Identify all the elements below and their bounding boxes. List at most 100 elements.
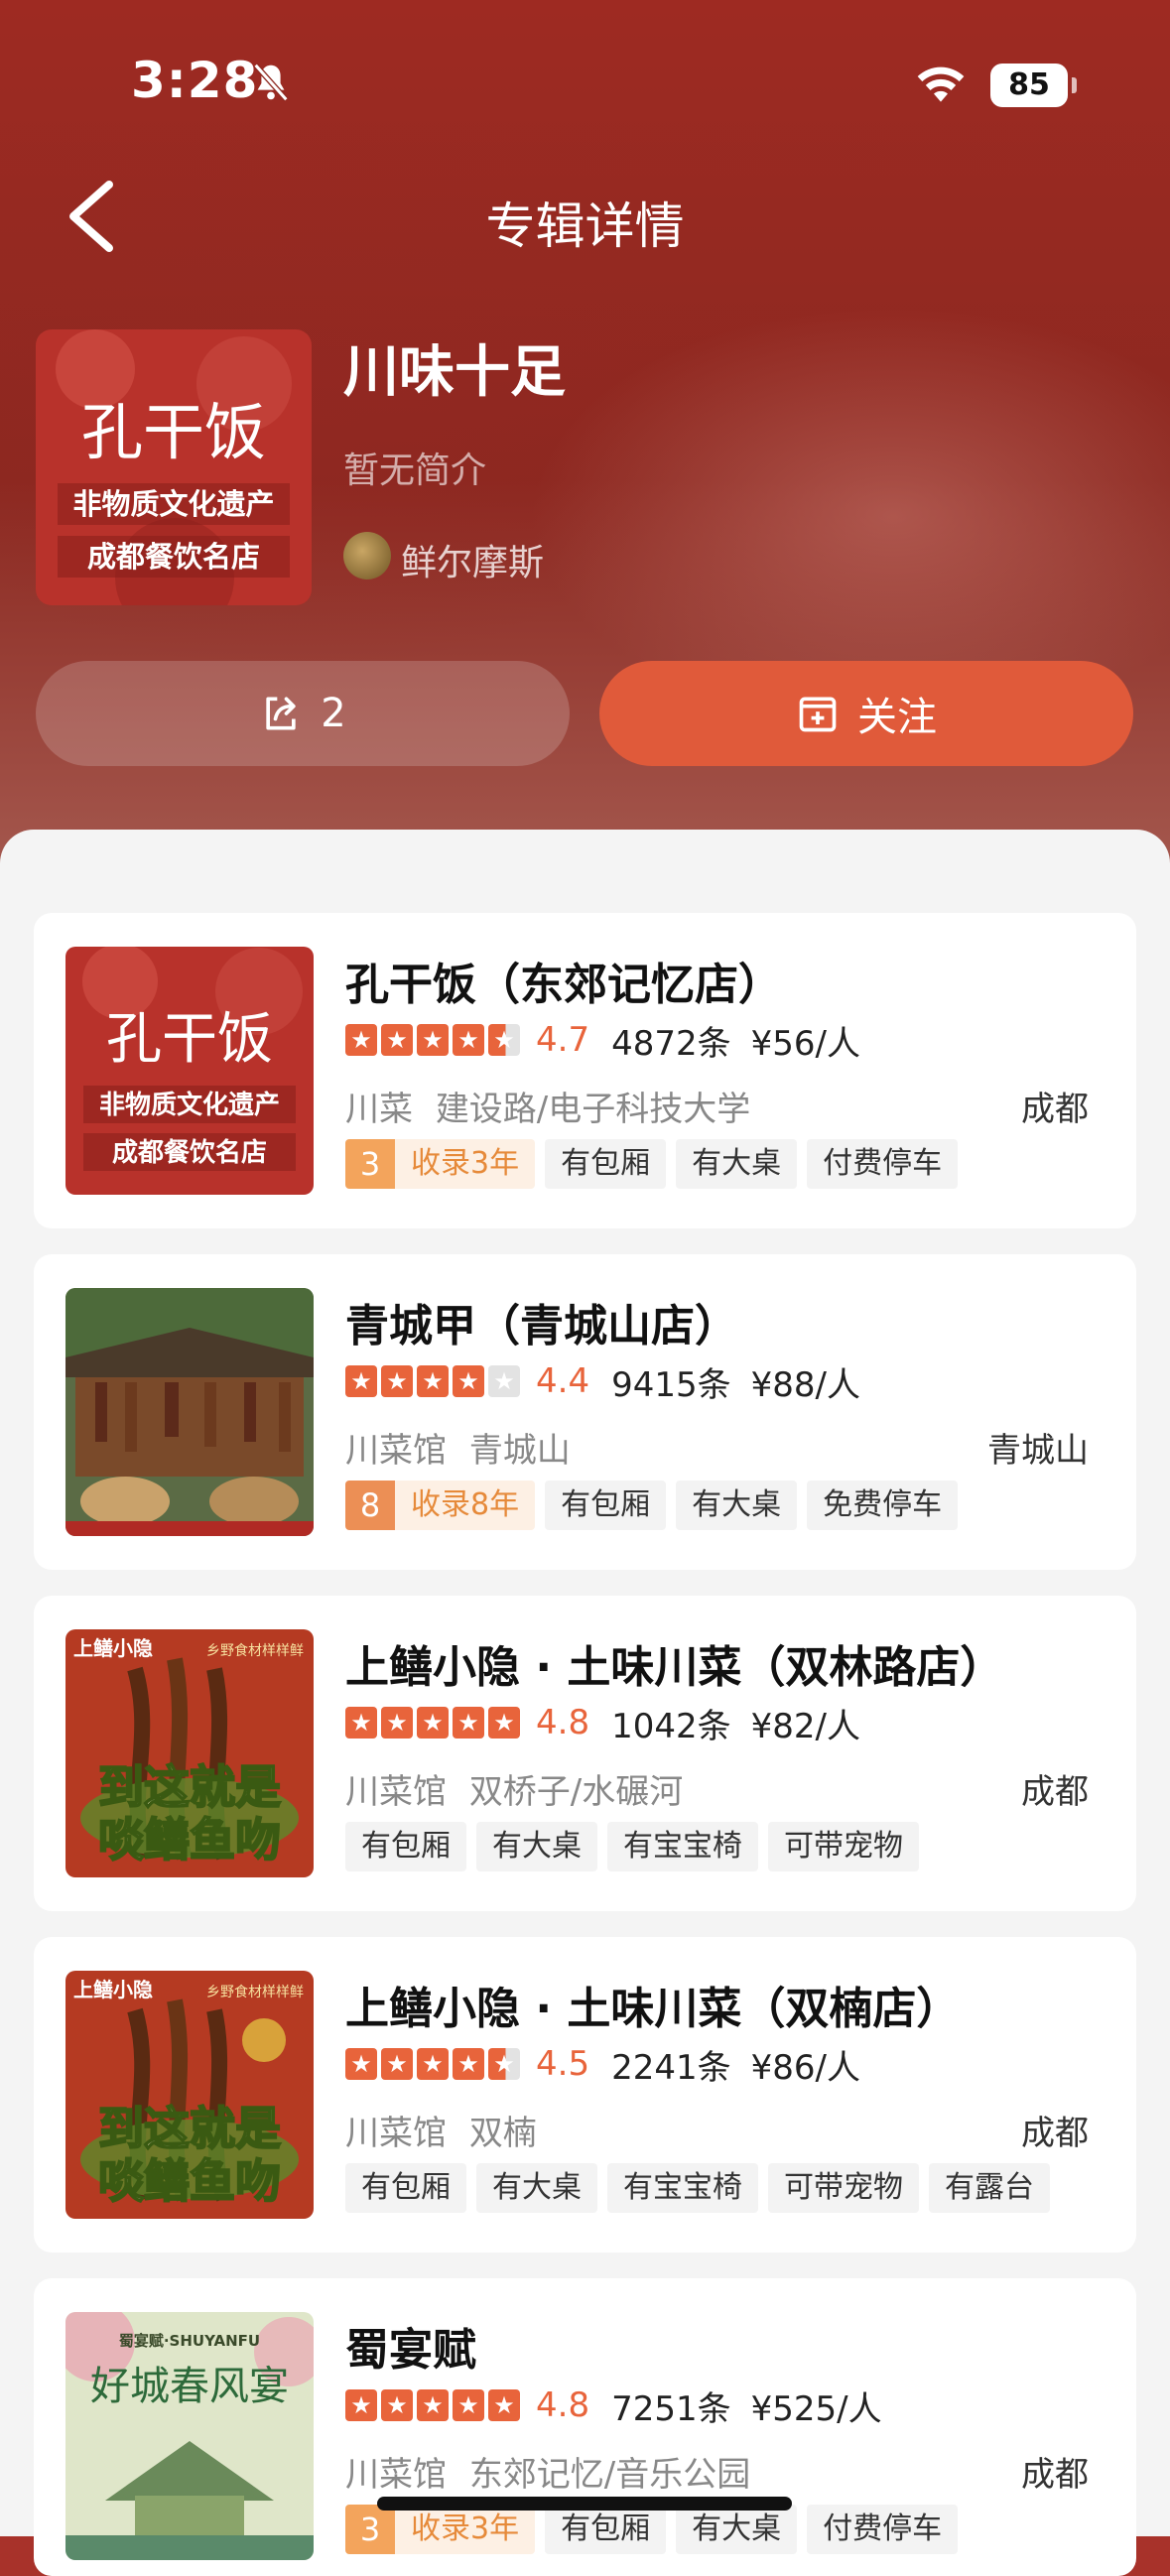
thumb-slogan: 乡野食材样样鲜 bbox=[206, 1642, 304, 1659]
avg-price: ¥56/人 bbox=[750, 1023, 860, 1064]
badge-label: 收录3年 bbox=[395, 1139, 536, 1189]
star-rating: ★ ★ ★ ★ ★ bbox=[345, 1707, 524, 1739]
star-icon: ★ bbox=[381, 2389, 413, 2421]
thumb-headline-1: 到这就是 bbox=[98, 1760, 281, 1814]
tag: 有大桌 bbox=[476, 1822, 597, 1871]
tag: 有露台 bbox=[929, 2163, 1050, 2213]
rating-score: 4.8 bbox=[536, 1703, 590, 1742]
star-rating: ★ ★ ★ ★ ★ bbox=[345, 1365, 524, 1397]
tag: 有宝宝椅 bbox=[607, 2163, 758, 2213]
star-icon: ★ bbox=[345, 1365, 377, 1397]
tag: 有包厢 bbox=[345, 1822, 466, 1871]
restaurant-name: 上鳝小隐 · 土味川菜（双林路店） bbox=[345, 1642, 1004, 1693]
silent-bell-icon bbox=[253, 63, 289, 102]
rating-row: ★ ★ ★ ★ ★ 4.8 1042条 ¥82/人 bbox=[345, 1703, 880, 1746]
thumb-headline-2: 啖鳝鱼吻 bbox=[98, 2154, 281, 2208]
star-icon: ★ bbox=[345, 2048, 377, 2080]
star-icon: ★ bbox=[345, 2389, 377, 2421]
star-icon: ★ bbox=[417, 2048, 449, 2080]
tag: 有包厢 bbox=[545, 1139, 667, 1189]
restaurant-thumbnail: 上鳝小隐 乡野食材样样鲜 到这就是 啖鳝鱼吻 bbox=[65, 1629, 314, 1877]
add-folder-icon bbox=[799, 697, 837, 732]
star-icon: ★ bbox=[381, 1707, 413, 1739]
rating-row: ★ ★ ★ ★ ★ 4.4 9415条 ¥88/人 bbox=[345, 1361, 880, 1405]
review-count: 7251条 bbox=[611, 2388, 731, 2429]
tag: 有大桌 bbox=[676, 1139, 798, 1189]
city: 青城山 bbox=[987, 1431, 1089, 1471]
restaurant-card[interactable]: 上鳝小隐 乡野食材样样鲜 到这就是 啖鳝鱼吻 上鳝小隐 · 土味川菜（双林路店）… bbox=[34, 1596, 1136, 1911]
badge-number: 8 bbox=[345, 1481, 395, 1530]
restaurant-name: 上鳝小隐 · 土味川菜（双楠店） bbox=[345, 1984, 961, 2034]
follow-button[interactable]: 关注 bbox=[599, 661, 1133, 766]
badge-label: 收录3年 bbox=[395, 2505, 536, 2554]
status-bar: 3:28 85 bbox=[0, 0, 1170, 169]
category-area: 川菜馆 双桥子/水碾河 bbox=[345, 1764, 683, 1813]
restaurant-card[interactable]: 蜀宴赋·SHUYANFU 好城春风宴 蜀宴赋 ★ ★ ★ ★ ★ 4.8 725… bbox=[34, 2278, 1136, 2576]
tag-row: 8 收录8年 有包厢 有大桌 免费停车 bbox=[345, 1481, 968, 1530]
star-icon: ★ bbox=[381, 2048, 413, 2080]
area: 双楠 bbox=[468, 2114, 537, 2153]
tag-row: 有包厢 有大桌 有宝宝椅 可带宠物 bbox=[345, 1822, 929, 1871]
star-icon: ★ bbox=[417, 1365, 449, 1397]
album-description: 暂无简介 bbox=[343, 451, 487, 491]
battery-indicator: 85 bbox=[990, 64, 1068, 107]
rating-score: 4.5 bbox=[536, 2044, 590, 2084]
review-count: 9415条 bbox=[611, 1364, 731, 1405]
tag: 有宝宝椅 bbox=[607, 1822, 758, 1871]
thumb-headline-1: 到这就是 bbox=[98, 2102, 281, 2155]
star-icon: ★ bbox=[453, 1024, 484, 1056]
home-indicator[interactable] bbox=[377, 2497, 792, 2511]
avg-price: ¥88/人 bbox=[750, 1364, 860, 1405]
album-cover-image: 孔干饭 非物质文化遗产 成都餐饮名店 bbox=[36, 329, 312, 605]
share-icon bbox=[266, 697, 296, 730]
tag: 有大桌 bbox=[676, 1481, 798, 1530]
star-icon: ★ bbox=[381, 1365, 413, 1397]
star-icon: ★ bbox=[488, 1707, 520, 1739]
star-icon: ★ bbox=[453, 2048, 484, 2080]
star-rating: ★ ★ ★ ★ ★ bbox=[345, 2389, 524, 2421]
star-rating: ★ ★ ★ ★ ★ bbox=[345, 2048, 524, 2080]
thumb-slogan: 乡野食材样样鲜 bbox=[206, 1984, 304, 2000]
share-button[interactable]: 2 bbox=[36, 661, 570, 766]
badge-label: 收录8年 bbox=[395, 1481, 536, 1530]
follow-label: 关注 bbox=[857, 695, 937, 740]
city: 成都 bbox=[1021, 2114, 1089, 2153]
author-avatar[interactable] bbox=[343, 532, 391, 580]
star-half-icon: ★ bbox=[488, 2048, 520, 2080]
star-icon: ★ bbox=[453, 1365, 484, 1397]
restaurant-thumbnail: 孔干饭 非物质文化遗产 成都餐饮名店 bbox=[65, 947, 314, 1195]
area: 建设路/电子科技大学 bbox=[435, 1090, 751, 1129]
tag: 有包厢 bbox=[345, 2163, 466, 2213]
tag: 可带宠物 bbox=[768, 1822, 919, 1871]
restaurant-card[interactable]: 青城甲（青城山店） ★ ★ ★ ★ ★ 4.4 9415条 ¥88/人 川菜馆 … bbox=[34, 1254, 1136, 1570]
badge-number: 3 bbox=[345, 2505, 395, 2554]
star-icon: ★ bbox=[345, 1707, 377, 1739]
category: 川菜馆 bbox=[345, 1431, 447, 1471]
city: 成都 bbox=[1021, 2455, 1089, 2495]
restaurant-name: 蜀宴赋 bbox=[345, 2325, 476, 2376]
review-count: 4872条 bbox=[611, 1023, 731, 1064]
restaurant-name: 青城甲（青城山店） bbox=[345, 1301, 738, 1352]
tag-row: 3 收录3年 有包厢 有大桌 付费停车 bbox=[345, 1139, 968, 1189]
restaurant-thumbnail: 上鳝小隐 乡野食材样样鲜 到这就是 啖鳝鱼吻 bbox=[65, 1971, 314, 2219]
album-cover-title: 孔干饭 bbox=[81, 396, 266, 468]
rating-score: 4.8 bbox=[536, 2385, 590, 2425]
restaurant-card[interactable]: 上鳝小隐 乡野食材样样鲜 到这就是 啖鳝鱼吻 上鳝小隐 · 土味川菜（双楠店） … bbox=[34, 1937, 1136, 2253]
thumb-line-2: 成都餐饮名店 bbox=[112, 1137, 267, 1168]
collection-badge: 3 收录3年 bbox=[345, 1139, 536, 1189]
battery-cap bbox=[1072, 77, 1077, 93]
star-icon: ★ bbox=[417, 1707, 449, 1739]
star-icon: ★ bbox=[488, 2389, 520, 2421]
area: 双桥子/水碾河 bbox=[468, 1772, 684, 1812]
thumb-line-1: 非物质文化遗产 bbox=[99, 1090, 280, 1120]
star-half-icon: ★ bbox=[488, 1024, 520, 1056]
author-name[interactable]: 鲜尔摩斯 bbox=[401, 534, 544, 585]
restaurant-list: 孔干饭 非物质文化遗产 成都餐饮名店 孔干饭（东郊记忆店） ★ ★ ★ ★ ★ … bbox=[0, 830, 1170, 2576]
star-icon: ★ bbox=[453, 2389, 484, 2421]
tag: 付费停车 bbox=[807, 1139, 959, 1189]
thumb-headline: 好城春风宴 bbox=[90, 2364, 289, 2409]
page-title: 专辑详情 bbox=[485, 197, 685, 255]
avg-price: ¥525/人 bbox=[750, 2388, 882, 2429]
category: 川菜 bbox=[345, 1090, 413, 1129]
restaurant-card[interactable]: 孔干饭 非物质文化遗产 成都餐饮名店 孔干饭（东郊记忆店） ★ ★ ★ ★ ★ … bbox=[34, 913, 1136, 1228]
